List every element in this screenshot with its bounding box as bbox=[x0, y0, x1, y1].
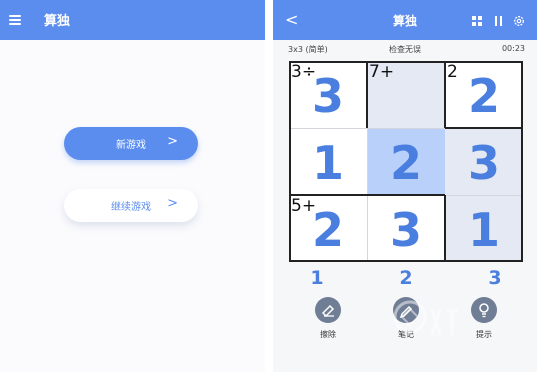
cage-border bbox=[366, 61, 368, 128]
main-menu-screen: 算独 新游戏 > 继续游戏 > bbox=[0, 0, 265, 372]
cage-border bbox=[444, 61, 446, 128]
grid-line bbox=[367, 128, 368, 195]
cage-clue: 7+ bbox=[369, 62, 395, 82]
main-menu-appbar: 算独 bbox=[0, 0, 265, 40]
number-button-2[interactable]: 2 bbox=[386, 267, 426, 289]
cell-r2c1[interactable]: 1 bbox=[289, 128, 367, 195]
cell-value: 1 bbox=[467, 203, 500, 257]
cell-value: 2 bbox=[389, 136, 422, 190]
cage-border bbox=[521, 61, 523, 262]
grid-icon[interactable] bbox=[472, 16, 482, 26]
status-row: 3x3 (简单) 检查无误 00:23 bbox=[273, 40, 537, 60]
cell-value: 2 bbox=[467, 69, 500, 123]
cage-border bbox=[444, 195, 446, 262]
watermark-logo bbox=[393, 300, 458, 336]
cell-r1c2[interactable]: 7+ bbox=[367, 61, 445, 128]
hint-button[interactable]: 提示 bbox=[464, 297, 504, 341]
cell-value: 1 bbox=[311, 136, 344, 190]
cell-r3c2[interactable]: 3 bbox=[367, 195, 445, 262]
chevron-right-icon: > bbox=[167, 134, 178, 149]
number-button-3[interactable]: 3 bbox=[475, 267, 515, 289]
cell-value: 3 bbox=[311, 69, 344, 123]
new-game-button[interactable]: 新游戏 > bbox=[64, 127, 198, 160]
number-button-1[interactable]: 1 bbox=[297, 267, 337, 289]
cage-border bbox=[289, 61, 291, 262]
grid-line bbox=[367, 195, 368, 262]
grid-line bbox=[289, 128, 367, 129]
cell-r2c2-selected[interactable]: 2 bbox=[367, 128, 445, 195]
hint-label: 提示 bbox=[476, 330, 492, 339]
cell-value: 2 bbox=[311, 203, 344, 257]
pause-icon[interactable] bbox=[495, 16, 503, 26]
cage-border bbox=[289, 61, 523, 63]
cell-r3c3[interactable]: 1 bbox=[445, 195, 523, 262]
grid-line bbox=[445, 195, 523, 196]
cage-border bbox=[289, 260, 523, 262]
cage-border bbox=[289, 194, 445, 196]
puzzle-board: 3÷ 3 7+ 2 2 1 2 3 5+ 2 3 1 bbox=[289, 61, 523, 262]
timer: 00:23 bbox=[501, 44, 525, 53]
hamburger-icon[interactable] bbox=[9, 15, 21, 25]
cage-border bbox=[445, 127, 523, 129]
check-status: 检查无误 bbox=[389, 45, 421, 54]
app-title: 算独 bbox=[44, 14, 71, 29]
chevron-right-icon: > bbox=[167, 196, 178, 211]
cell-r3c1[interactable]: 5+ 2 bbox=[289, 195, 367, 262]
erase-label: 擦除 bbox=[320, 330, 336, 339]
number-pad: 1 2 3 bbox=[273, 267, 537, 293]
cell-r1c1[interactable]: 3÷ 3 bbox=[289, 61, 367, 128]
gear-icon[interactable] bbox=[513, 15, 525, 27]
cell-r1c3[interactable]: 2 2 bbox=[445, 61, 523, 128]
game-appbar: < 算独 bbox=[273, 0, 537, 40]
erase-button[interactable]: 擦除 bbox=[308, 297, 348, 341]
hint-icon bbox=[471, 297, 497, 323]
cell-value: 3 bbox=[467, 136, 500, 190]
cell-r2c3[interactable]: 3 bbox=[445, 128, 523, 195]
cell-value: 3 bbox=[389, 203, 422, 257]
eraser-icon bbox=[315, 297, 341, 323]
continue-game-button[interactable]: 继续游戏 > bbox=[64, 189, 198, 222]
grid-line bbox=[367, 128, 445, 129]
